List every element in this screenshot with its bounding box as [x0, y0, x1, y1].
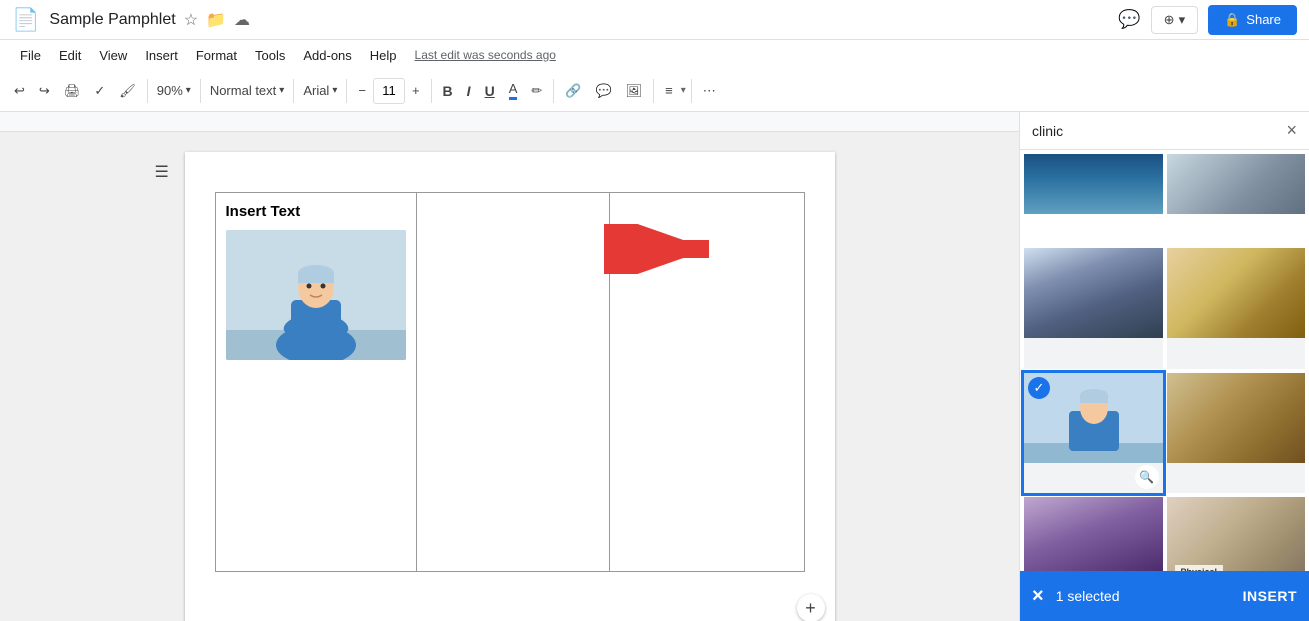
- page-sidebar-icon: ☰: [155, 162, 169, 182]
- last-edit: Last edit was seconds ago: [415, 48, 556, 62]
- title-bar: 📄 Sample Pamphlet ☆ 📁 ☁ 💬 ⊕▾ 🔒 Share: [0, 0, 1309, 40]
- star-icon[interactable]: ☆: [184, 10, 198, 30]
- image-grid: ✓ 🔍: [1020, 150, 1309, 621]
- menu-view[interactable]: View: [91, 44, 135, 67]
- table-cell-1[interactable]: Insert Text: [216, 193, 417, 571]
- align-button[interactable]: ≡: [659, 79, 679, 102]
- menu-format[interactable]: Format: [188, 44, 245, 67]
- insert-bar-close-button[interactable]: ×: [1032, 585, 1044, 608]
- toolbar-divider-7: [653, 79, 654, 103]
- image-button[interactable]: 🖼: [620, 79, 649, 103]
- menu-addons[interactable]: Add-ons: [295, 44, 359, 67]
- text-color-button[interactable]: A: [503, 77, 524, 104]
- share-button[interactable]: 🔒 Share: [1208, 5, 1297, 35]
- toolbar-divider-1: [147, 79, 148, 103]
- document-area: ☰ Insert Text: [0, 112, 1019, 621]
- menu-help[interactable]: Help: [362, 44, 405, 67]
- spell-check-button[interactable]: ✓: [88, 79, 111, 103]
- toolbar-divider-3: [293, 79, 294, 103]
- ruler: [0, 112, 1019, 132]
- paint-format-button[interactable]: 🖌: [113, 79, 142, 103]
- image-item-4[interactable]: [1167, 248, 1306, 368]
- bold-button[interactable]: B: [437, 79, 459, 103]
- close-sidebar-button[interactable]: ×: [1286, 120, 1297, 141]
- image-search-sidebar: × ✓: [1019, 112, 1309, 621]
- document-page: ☰ Insert Text: [185, 152, 835, 621]
- font-size-input[interactable]: [373, 78, 405, 104]
- selected-checkmark: ✓: [1028, 377, 1050, 399]
- redo-button[interactable]: ↪: [33, 79, 56, 103]
- link-button[interactable]: 🔗: [559, 79, 587, 103]
- toolbar-divider-8: [691, 79, 692, 103]
- document-canvas: ☰ Insert Text: [0, 132, 1019, 621]
- undo-button[interactable]: ↩: [8, 79, 31, 103]
- image-item-2[interactable]: [1167, 154, 1306, 214]
- toolbar-divider-4: [346, 79, 347, 103]
- cloud-icon[interactable]: ☁: [234, 10, 250, 30]
- highlight-button[interactable]: ✏: [525, 79, 548, 103]
- font-size-decrease-button[interactable]: −: [352, 79, 372, 102]
- image-item-1[interactable]: [1024, 154, 1163, 214]
- zoom-icon[interactable]: 🔍: [1135, 465, 1159, 489]
- folder-icon[interactable]: 📁: [206, 10, 226, 30]
- add-content-button[interactable]: +: [797, 594, 825, 621]
- menu-edit[interactable]: Edit: [51, 44, 89, 67]
- chevron-down-icon: ▾: [186, 85, 191, 96]
- image-item-6[interactable]: [1167, 373, 1306, 493]
- font-select[interactable]: Arial ▾: [299, 79, 341, 102]
- sidebar-header: ×: [1020, 112, 1309, 150]
- print-button[interactable]: 🖨: [58, 79, 87, 103]
- image-search-input[interactable]: [1032, 123, 1278, 139]
- image-item-5[interactable]: ✓ 🔍: [1024, 373, 1163, 493]
- toolbar-divider-2: [200, 79, 201, 103]
- comments-button[interactable]: 💬: [1118, 9, 1140, 30]
- present-icon: ⊕: [1164, 12, 1175, 28]
- document-table: Insert Text: [215, 192, 805, 572]
- document-title[interactable]: Sample Pamphlet: [49, 11, 175, 29]
- selected-count-label: 1 selected: [1056, 588, 1231, 604]
- table-cell-3[interactable]: [610, 193, 804, 571]
- title-icons: ☆ 📁 ☁: [184, 10, 250, 30]
- image-item-3[interactable]: [1024, 248, 1163, 368]
- cell-image-doctor[interactable]: [226, 230, 406, 360]
- menu-file[interactable]: File: [12, 44, 49, 67]
- menu-tools[interactable]: Tools: [247, 44, 293, 67]
- menu-insert[interactable]: Insert: [137, 44, 186, 67]
- main-layout: ☰ Insert Text: [0, 112, 1309, 621]
- text-style-select[interactable]: Normal text ▾: [206, 79, 289, 102]
- toolbar-divider-6: [553, 79, 554, 103]
- docs-icon: 📄: [12, 7, 39, 33]
- font-size-increase-button[interactable]: +: [406, 79, 426, 102]
- toolbar-divider-5: [431, 79, 432, 103]
- chevron-down-icon-3: ▾: [332, 85, 337, 96]
- menu-bar: File Edit View Insert Format Tools Add-o…: [0, 40, 1309, 70]
- align-chevron-icon: ▾: [681, 85, 686, 96]
- chevron-down-icon-2: ▾: [279, 85, 284, 96]
- more-button[interactable]: ⋯: [697, 79, 722, 103]
- italic-button[interactable]: I: [461, 79, 477, 103]
- font-size-control: − +: [352, 78, 425, 104]
- cell-insert-text: Insert Text: [226, 203, 406, 220]
- table-cell-2[interactable]: [417, 193, 611, 571]
- present-button[interactable]: ⊕▾: [1151, 6, 1198, 34]
- insert-bar: × 1 selected INSERT: [1020, 571, 1309, 621]
- zoom-select[interactable]: 90% ▾: [153, 79, 195, 102]
- underline-button[interactable]: U: [479, 79, 501, 103]
- right-controls: 💬 ⊕▾ 🔒 Share: [1118, 5, 1297, 35]
- comment-inline-button[interactable]: 💬: [589, 79, 617, 103]
- insert-button[interactable]: INSERT: [1243, 588, 1297, 604]
- toolbar: ↩ ↪ 🖨 ✓ 🖌 90% ▾ Normal text ▾ Arial ▾ − …: [0, 70, 1309, 112]
- lock-icon: 🔒: [1224, 12, 1240, 28]
